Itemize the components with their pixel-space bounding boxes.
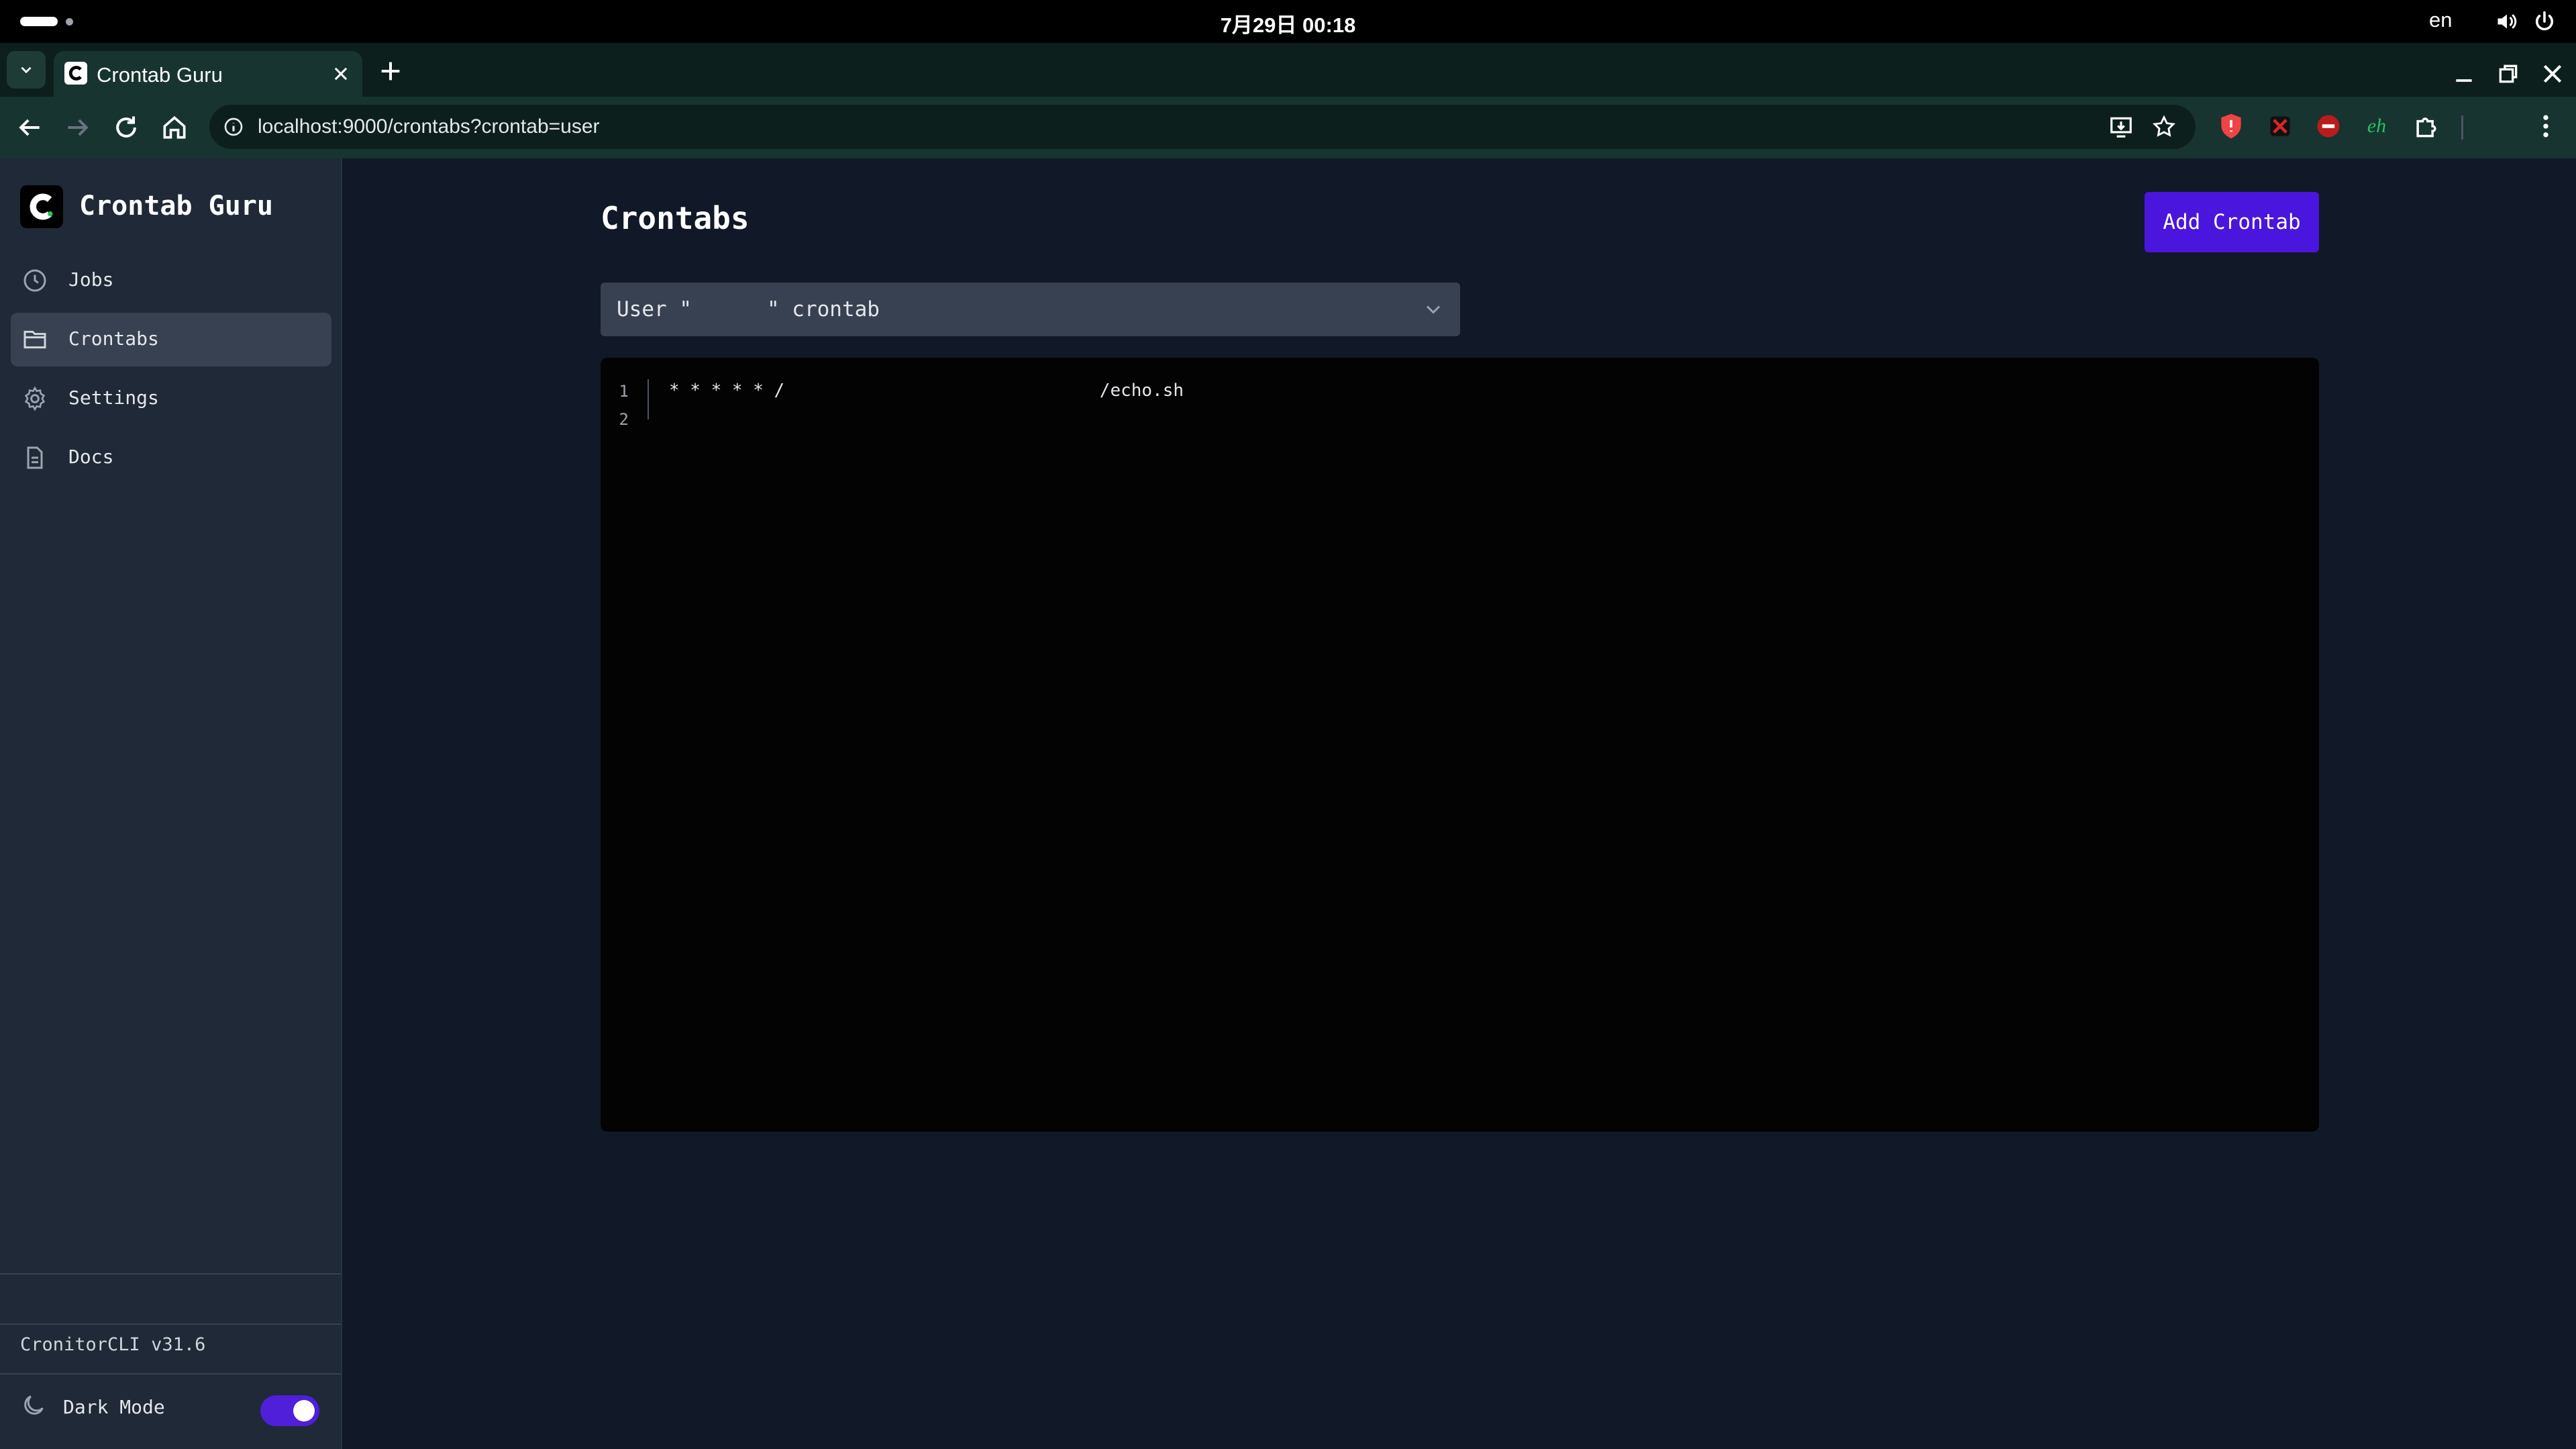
line-number: 2: [619, 410, 629, 429]
gear-icon: [24, 386, 46, 411]
crontab-select-value: User " " crontab: [617, 297, 880, 321]
close-window-icon[interactable]: [2539, 60, 2566, 87]
sidebar-item-label: Crontabs: [68, 328, 159, 350]
crontab-select[interactable]: User " " crontab: [601, 283, 1460, 336]
app-version: CronitorCLI v31.6: [20, 1334, 206, 1355]
home-icon[interactable]: [160, 113, 189, 142]
os-clock[interactable]: 7月29日 00:18: [0, 8, 2576, 38]
extension-block-icon[interactable]: [2265, 111, 2295, 141]
site-info-icon[interactable]: [223, 116, 244, 138]
editor-gutter: [648, 379, 649, 419]
page-title: Crontabs: [601, 200, 750, 236]
browser-toolbar: localhost:9000/crontabs?crontab=user eh: [0, 97, 2576, 158]
sidebar-item-docs[interactable]: Docs: [11, 431, 331, 485]
reload-icon[interactable]: [111, 113, 141, 142]
dark-mode-label: Dark Mode: [63, 1396, 165, 1418]
chevron-down-icon: [1426, 305, 1441, 314]
sidebar-item-label: Docs: [68, 446, 114, 468]
add-crontab-button[interactable]: Add Crontab: [2145, 192, 2319, 252]
sidebar-item-jobs[interactable]: Jobs: [11, 254, 331, 307]
sidebar-divider: [0, 1373, 341, 1375]
sidebar-item-label: Jobs: [68, 268, 114, 291]
brave-shield-icon[interactable]: [2216, 111, 2246, 141]
crontab-guru-logo[interactable]: [20, 185, 63, 228]
close-tab-icon[interactable]: [331, 64, 350, 83]
minimize-window-icon[interactable]: [2451, 60, 2477, 87]
folder-icon: [23, 330, 46, 349]
tab-search-button[interactable]: [7, 51, 46, 89]
code-line[interactable]: * * * * * / /echo.sh: [669, 381, 1184, 401]
sidebar-item-label: Settings: [68, 387, 159, 409]
chevron-down-icon: [21, 66, 32, 74]
app-sidebar: Crontab Guru Jobs Crontabs Settings Docs…: [0, 158, 342, 1449]
new-tab-icon[interactable]: [377, 58, 404, 85]
crontab-guru-favicon: [64, 62, 87, 85]
crontab-editor[interactable]: 1 2 * * * * * / /echo.sh: [601, 358, 2319, 1132]
back-icon[interactable]: [15, 113, 44, 142]
power-icon[interactable]: [2532, 9, 2557, 34]
extensions-puzzle-icon[interactable]: [2412, 111, 2441, 141]
dark-mode-toggle[interactable]: [260, 1395, 319, 1426]
sidebar-item-crontabs[interactable]: Crontabs: [11, 313, 331, 366]
adblock-icon[interactable]: [2314, 111, 2343, 141]
url-text[interactable]: localhost:9000/crontabs?crontab=user: [258, 115, 600, 138]
sidebar-divider: [0, 1273, 341, 1275]
input-language[interactable]: en: [2429, 8, 2452, 32]
clock-icon: [23, 269, 46, 292]
toolbar-separator: [2461, 115, 2463, 140]
toggle-knob: [293, 1400, 315, 1421]
browser-tabstrip: Crontab Guru: [0, 43, 2576, 97]
forward-icon[interactable]: [63, 113, 93, 142]
install-app-icon[interactable]: [2108, 114, 2134, 140]
browser-tab[interactable]: Crontab Guru: [54, 51, 362, 97]
brand-name[interactable]: Crontab Guru: [79, 191, 273, 221]
document-icon: [27, 446, 43, 469]
eh-extension-icon[interactable]: eh: [2362, 111, 2391, 141]
moon-icon: [24, 1395, 44, 1415]
os-top-bar: 7月29日 00:18 en: [0, 0, 2576, 43]
sidebar-divider: [0, 1323, 341, 1325]
line-number: 1: [619, 382, 629, 401]
address-bar[interactable]: localhost:9000/crontabs?crontab=user: [209, 105, 2196, 149]
volume-icon[interactable]: [2495, 9, 2519, 34]
browser-menu-icon[interactable]: [2531, 111, 2561, 141]
bookmark-star-icon[interactable]: [2151, 114, 2177, 140]
restore-window-icon[interactable]: [2495, 60, 2522, 87]
sidebar-item-settings[interactable]: Settings: [11, 372, 331, 426]
tab-title: Crontab Guru: [97, 63, 223, 87]
